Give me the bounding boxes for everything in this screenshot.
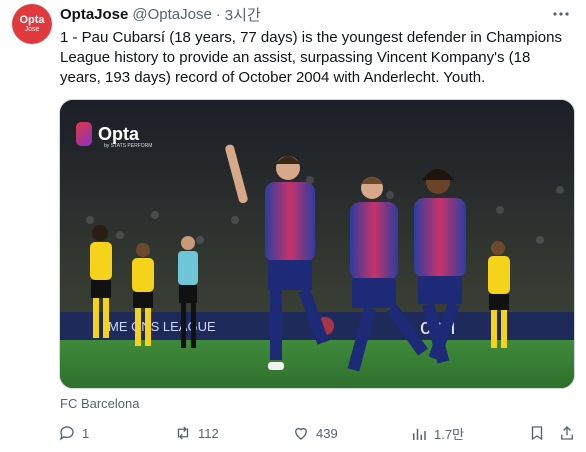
opta-mark-icon <box>76 122 92 146</box>
tweet-text: 1 - Pau Cubarsí (18 years, 77 days) is t… <box>60 29 562 86</box>
ad-board-text-left: ME ONS LEAGUE <box>108 319 216 334</box>
avatar[interactable]: Opta Jose <box>12 4 52 44</box>
bookmark-button[interactable] <box>528 424 546 442</box>
tweet-photo[interactable]: ME ONS LEAGUE ceri <box>59 99 575 389</box>
tweet-header: OptaJose @OptaJose · 3시간 <box>60 4 546 24</box>
display-name[interactable]: OptaJose <box>60 6 128 23</box>
photo-caption: FC Barcelona <box>60 396 140 411</box>
opta-logo-text: Opta <box>98 123 140 144</box>
share-button[interactable] <box>558 424 576 442</box>
avatar-logo-text: Opta <box>19 13 45 26</box>
reply-button[interactable]: 1 <box>58 424 89 442</box>
views-button[interactable]: 1.7만 <box>410 424 464 443</box>
opta-logo-subtext: by STATS PERFORM <box>104 143 153 149</box>
reply-count: 1 <box>82 425 90 441</box>
more-icon <box>553 12 569 16</box>
tweet-actions: 1 112 439 1.7만 <box>58 424 580 444</box>
like-count: 439 <box>316 425 338 441</box>
separator: · <box>215 5 221 23</box>
more-options-button[interactable] <box>550 6 572 22</box>
retweet-count: 112 <box>198 425 219 441</box>
view-count: 1.7만 <box>434 427 465 442</box>
bookmark-icon <box>531 426 543 441</box>
reply-icon <box>59 426 74 441</box>
like-button[interactable]: 439 <box>292 424 338 442</box>
share-icon <box>561 426 573 440</box>
opta-logo: Opta by STATS PERFORM <box>76 122 152 149</box>
avatar-logo-subtext: Jose <box>24 25 40 33</box>
views-chart-icon <box>413 428 426 440</box>
retweet-button[interactable]: 112 <box>174 424 219 442</box>
timestamp[interactable]: 3시간 <box>225 4 261 25</box>
user-handle[interactable]: @OptaJose <box>132 6 211 23</box>
heart-icon <box>295 427 307 440</box>
retweet-icon <box>177 426 189 440</box>
